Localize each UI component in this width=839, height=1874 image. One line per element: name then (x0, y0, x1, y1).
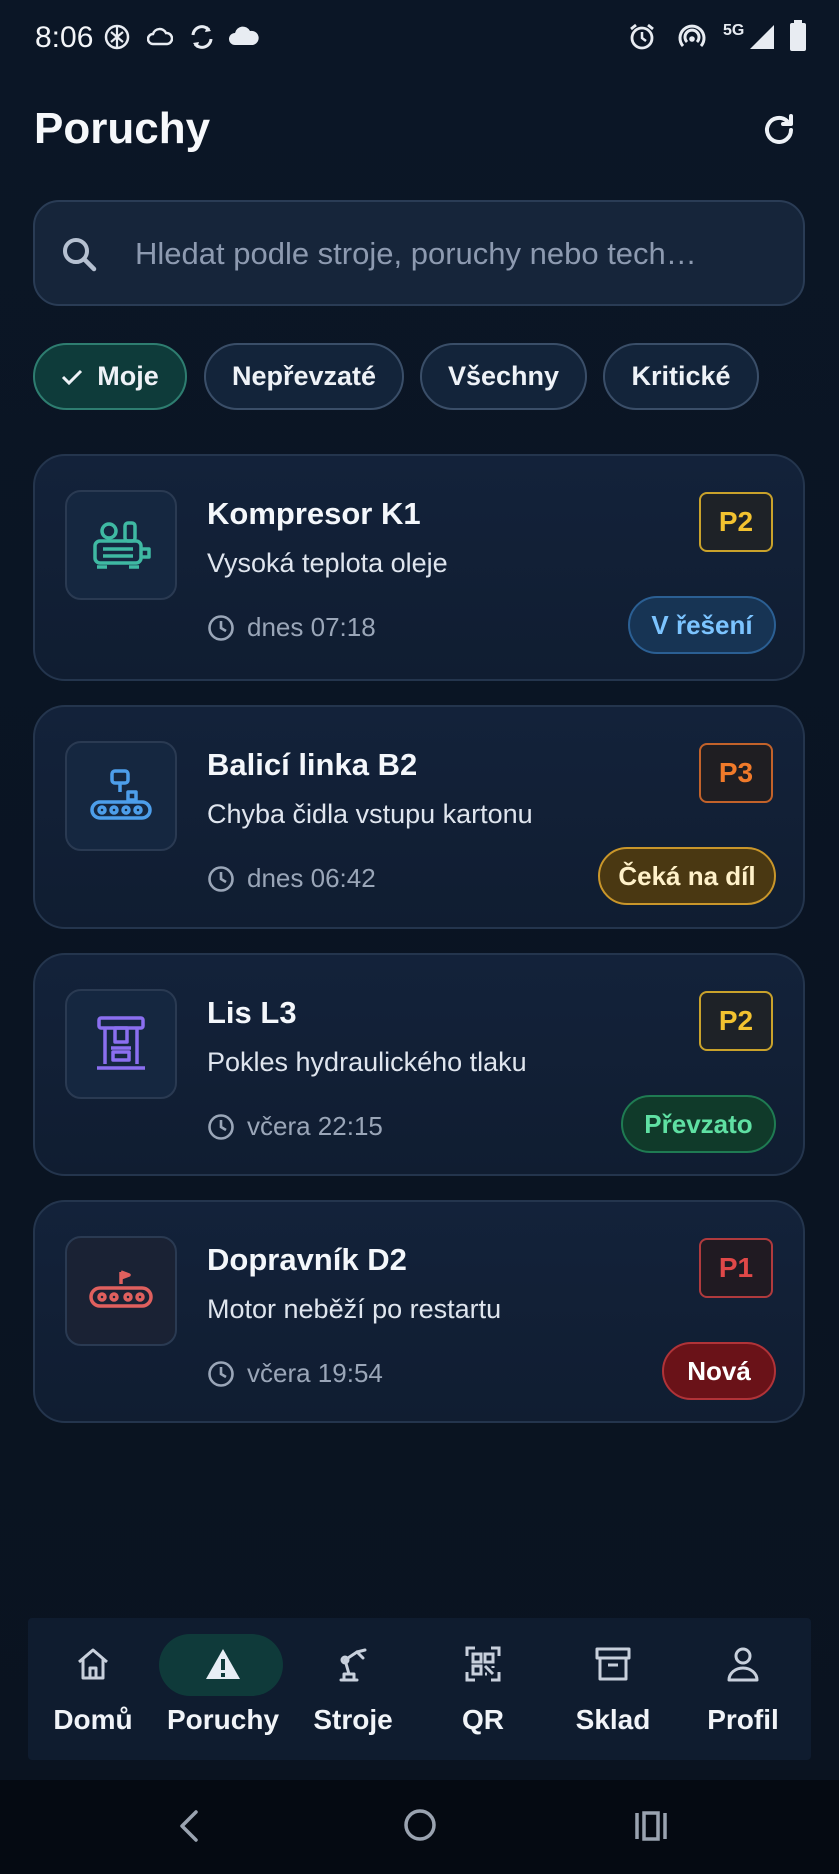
fault-card[interactable]: Kompresor K1 Vysoká teplota oleje dnes 0… (33, 454, 805, 681)
screen: 8:06 5G Poruchy Hledat podle stroje, por… (0, 0, 839, 1874)
hotspot-icon (678, 24, 706, 47)
refresh-button[interactable] (754, 105, 804, 155)
fault-time-row: včera 22:15 (207, 1111, 383, 1142)
signal-icon (750, 25, 774, 49)
filter-chip-unassigned[interactable]: Nepřevzaté (204, 343, 404, 410)
robot-arm-icon (339, 1648, 367, 1682)
fault-time: dnes 06:42 (247, 863, 376, 893)
packaging-line-icon (90, 769, 152, 820)
compressor-icon (93, 521, 151, 569)
nav-label: Poruchy (166, 1704, 280, 1735)
nav-item-profile[interactable]: Profil (678, 1618, 808, 1760)
user-icon (727, 1647, 759, 1682)
nav-label: Stroje (313, 1704, 393, 1735)
machine-name: Kompresor K1 (207, 496, 421, 531)
fault-card[interactable]: Dopravník D2 Motor neběží po restartu vč… (33, 1200, 805, 1423)
priority-badge: P3 (699, 743, 773, 803)
filter-chip-all[interactable]: Všechny (420, 343, 587, 410)
status-badge: V řešení (628, 596, 776, 654)
qr-icon (465, 1646, 501, 1682)
fault-description: Chyba čidla vstupu kartonu (207, 799, 533, 829)
alarm-icon (630, 23, 654, 50)
fault-time: dnes 07:18 (247, 612, 376, 642)
priority-badge: P2 (699, 991, 773, 1051)
cloud-icon (229, 26, 259, 45)
warning-icon (206, 1649, 240, 1679)
fault-time-row: včera 19:54 (207, 1358, 383, 1389)
fault-time: včera 22:15 (247, 1111, 383, 1141)
fault-time: včera 19:54 (247, 1358, 383, 1388)
fault-time-row: dnes 06:42 (207, 863, 376, 894)
press-icon (97, 1016, 145, 1070)
fault-description: Pokles hydraulického tlaku (207, 1047, 527, 1077)
filter-chip-mine[interactable]: Moje (33, 343, 187, 410)
nav-item-machines[interactable]: Stroje (288, 1618, 418, 1760)
status-badge: Převzato (621, 1095, 776, 1153)
status-time: 8:06 (35, 21, 94, 54)
refresh-icon (765, 114, 793, 144)
nav-item-warehouse[interactable]: Sklad (548, 1618, 678, 1760)
back-icon[interactable] (176, 1808, 202, 1844)
status-badge: Čeká na díl (598, 847, 776, 905)
home-icon (78, 1648, 108, 1680)
search-input[interactable] (135, 224, 785, 284)
filter-chip-critical[interactable]: Kritické (603, 343, 759, 410)
archive-icon (595, 1647, 631, 1681)
status-badge: Nová (662, 1342, 776, 1400)
machine-icon-box (65, 989, 177, 1099)
cloud-outline-icon (147, 27, 173, 46)
nav-item-qr[interactable]: QR (418, 1618, 548, 1760)
priority-badge: P1 (699, 1238, 773, 1298)
page-title: Poruchy (34, 104, 211, 153)
filter-chip-label: Nepřevzaté (231, 361, 377, 391)
fault-card[interactable]: Balicí linka B2 Chyba čidla vstupu karto… (33, 705, 805, 929)
clock-icon (208, 1113, 234, 1140)
nav-item-faults[interactable]: Poruchy (158, 1618, 288, 1760)
nav-label: Domů (53, 1704, 133, 1735)
filter-chip-label: Všechny (447, 361, 560, 391)
fault-time-row: dnes 07:18 (207, 612, 376, 643)
machine-icon-box (65, 741, 177, 851)
filter-chip-label: Moje (97, 361, 159, 391)
conveyor-icon (89, 1270, 153, 1308)
machine-name: Balicí linka B2 (207, 747, 418, 782)
fault-description: Motor neběží po restartu (207, 1294, 502, 1324)
nav-label: Sklad (575, 1704, 651, 1735)
machine-icon-box (65, 490, 177, 600)
network-type: 5G (723, 22, 745, 39)
machine-name: Lis L3 (207, 995, 297, 1030)
clock-icon (208, 614, 234, 641)
priority-badge: P2 (699, 492, 773, 552)
sync-icon (191, 25, 213, 49)
clock-icon (208, 865, 234, 892)
system-navigation-bar (0, 1780, 839, 1874)
fault-card[interactable]: Lis L3 Pokles hydraulického tlaku včera … (33, 953, 805, 1176)
search-box[interactable] (33, 200, 805, 306)
battery-icon (790, 20, 806, 51)
nav-item-home[interactable]: Domů (28, 1618, 158, 1760)
chatgpt-icon (104, 24, 130, 50)
recents-icon[interactable] (634, 1810, 668, 1842)
home-button-icon[interactable] (403, 1808, 437, 1842)
machine-name: Dopravník D2 (207, 1242, 407, 1277)
filter-chip-label: Kritické (631, 361, 731, 391)
bottom-nav: Domů Poruchy Stroje QR Sklad Profil (28, 1618, 811, 1760)
nav-label: QR (462, 1704, 504, 1735)
check-icon (62, 369, 83, 385)
nav-label: Profil (707, 1704, 779, 1735)
clock-icon (208, 1360, 234, 1387)
fault-description: Vysoká teplota oleje (207, 548, 448, 578)
search-icon (63, 238, 97, 272)
machine-icon-box (65, 1236, 177, 1346)
status-bar: 8:06 5G (0, 0, 839, 76)
